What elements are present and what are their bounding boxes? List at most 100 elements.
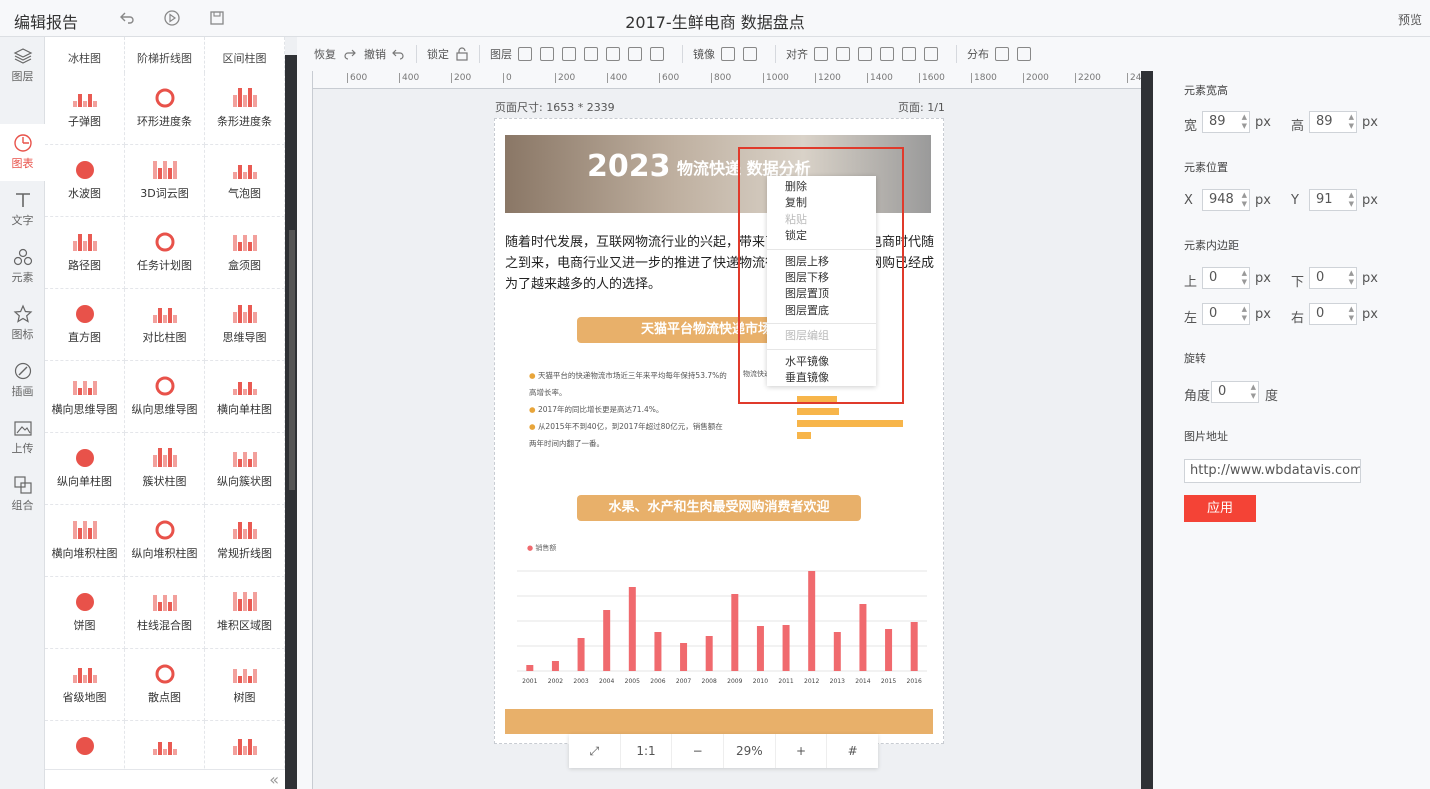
panel-header-item[interactable]: 冰柱图 bbox=[45, 37, 125, 73]
y-input[interactable]: 91 ▲ ▼ bbox=[1309, 189, 1357, 211]
chart-type-item[interactable]: 横向单柱图 bbox=[205, 361, 285, 433]
nav-text[interactable]: 文字 bbox=[0, 181, 45, 238]
play-icon[interactable] bbox=[163, 9, 181, 27]
distribute-horizontal-icon[interactable] bbox=[995, 47, 1009, 61]
layer-top-icon[interactable] bbox=[584, 47, 598, 61]
nav-icons[interactable]: 图标 bbox=[0, 295, 45, 352]
panel-header-item[interactable]: 区间柱图 bbox=[205, 37, 285, 73]
context-menu-item[interactable]: 图层置顶 bbox=[767, 286, 876, 302]
layer-down-icon[interactable] bbox=[562, 47, 576, 61]
chart-type-item[interactable]: 常规折线图 bbox=[205, 505, 285, 577]
context-menu-item[interactable]: 图层置底 bbox=[767, 303, 876, 319]
layer-bottom-icon[interactable] bbox=[606, 47, 620, 61]
distribute-button[interactable]: 分布 bbox=[967, 46, 989, 62]
collapse-panel-icon[interactable]: « bbox=[269, 770, 279, 789]
chart-type-item[interactable]: 纵向簇状图 bbox=[205, 433, 285, 505]
chart-type-item[interactable]: 路径图 bbox=[45, 217, 125, 289]
panel-scroll-thumb[interactable] bbox=[289, 230, 295, 490]
distribute-vertical-icon[interactable] bbox=[1017, 47, 1031, 61]
chart-type-item[interactable]: 气泡图 bbox=[205, 145, 285, 217]
undo-icon[interactable] bbox=[118, 9, 136, 27]
canvas-scrollbar[interactable] bbox=[1141, 71, 1153, 789]
grid-toggle-button[interactable]: # bbox=[827, 734, 878, 768]
angle-input[interactable]: 0 ▲ ▼ bbox=[1211, 381, 1259, 403]
apply-button[interactable]: 应用 bbox=[1184, 495, 1256, 522]
context-menu-item[interactable]: 图层上移 bbox=[767, 254, 876, 270]
chart-type-item[interactable]: 纵向单柱图 bbox=[45, 433, 125, 505]
image-url-input[interactable]: http://www.wbdatavis.com/g bbox=[1184, 459, 1361, 483]
mirror-vertical-icon[interactable] bbox=[743, 47, 757, 61]
chart-type-item[interactable]: 堆积区域图 bbox=[205, 577, 285, 649]
actual-size-button[interactable]: 1:1 bbox=[621, 734, 673, 768]
chart-type-item[interactable]: 纵向思维导图 bbox=[125, 361, 205, 433]
context-menu-item[interactable]: 复制 bbox=[767, 195, 876, 211]
chart-type-item[interactable]: 环形进度条 bbox=[125, 73, 205, 145]
height-input[interactable]: 89 ▲ ▼ bbox=[1309, 111, 1357, 133]
chart-type-item[interactable]: 任务计划图 bbox=[125, 217, 205, 289]
chart-type-item[interactable]: 散点图 bbox=[125, 649, 205, 721]
mirror-button[interactable]: 镜像 bbox=[693, 46, 715, 62]
padding-bottom-input[interactable]: 0 ▲ ▼ bbox=[1309, 267, 1357, 289]
padding-top-input[interactable]: 0 ▲ ▼ bbox=[1202, 267, 1250, 289]
undo-button[interactable]: 撤销 bbox=[364, 46, 386, 62]
context-menu-item[interactable]: 锁定 bbox=[767, 228, 876, 244]
layer-button[interactable]: 图层 bbox=[490, 46, 512, 62]
redo-button[interactable]: 恢复 bbox=[314, 46, 336, 62]
padding-left-input[interactable]: 0 ▲ ▼ bbox=[1202, 303, 1250, 325]
delete-icon[interactable] bbox=[628, 47, 642, 61]
chart-type-item[interactable]: 纵向堆积柱图 bbox=[125, 505, 205, 577]
width-input[interactable]: 89 ▲ ▼ bbox=[1202, 111, 1250, 133]
x-input[interactable]: 948 ▲ ▼ bbox=[1202, 189, 1250, 211]
align-top-icon[interactable] bbox=[880, 47, 894, 61]
context-menu-item[interactable]: 删除 bbox=[767, 179, 876, 195]
chart-type-item[interactable]: 省级地图 bbox=[45, 649, 125, 721]
context-menu-item[interactable]: 垂直镜像 bbox=[767, 370, 876, 386]
align-bottom-icon[interactable] bbox=[924, 47, 938, 61]
undo-small-icon[interactable] bbox=[392, 47, 406, 61]
align-left-icon[interactable] bbox=[814, 47, 828, 61]
chart-type-item[interactable]: 3D词云图 bbox=[125, 145, 205, 217]
chart-type-item[interactable]: 子弹图 bbox=[45, 73, 125, 145]
chart-type-item[interactable]: 对比柱图 bbox=[125, 289, 205, 361]
chart-type-item[interactable]: 簇状柱图 bbox=[125, 433, 205, 505]
copy-icon[interactable] bbox=[650, 47, 664, 61]
chart-type-item[interactable]: 条形进度条 bbox=[205, 73, 285, 145]
chart-type-item[interactable]: 树图 bbox=[205, 649, 285, 721]
chart-type-item[interactable] bbox=[45, 721, 125, 769]
chart-type-item[interactable]: 直方图 bbox=[45, 289, 125, 361]
chart-type-item[interactable]: 盒须图 bbox=[205, 217, 285, 289]
chart-type-item[interactable] bbox=[125, 721, 205, 769]
fit-screen-button[interactable]: ⤢ bbox=[569, 734, 621, 768]
chart-type-item[interactable]: 柱线混合图 bbox=[125, 577, 205, 649]
context-menu-item[interactable]: 图层下移 bbox=[767, 270, 876, 286]
chart-type-item[interactable] bbox=[205, 721, 285, 769]
align-center-icon[interactable] bbox=[836, 47, 850, 61]
nav-charts[interactable]: 图表 bbox=[0, 124, 45, 181]
chart-type-item[interactable]: 饼图 bbox=[45, 577, 125, 649]
save-icon[interactable] bbox=[208, 9, 226, 27]
zoom-out-button[interactable]: − bbox=[672, 734, 725, 768]
context-menu-item[interactable]: 水平镜像 bbox=[767, 354, 876, 370]
chart-type-item[interactable]: 横向堆积柱图 bbox=[45, 505, 125, 577]
nav-layers[interactable]: 图层 bbox=[0, 37, 45, 94]
lock-icon[interactable] bbox=[455, 47, 469, 61]
align-right-icon[interactable] bbox=[858, 47, 872, 61]
chart-type-item[interactable]: 水波图 bbox=[45, 145, 125, 217]
panel-header-item[interactable]: 阶梯折线图 bbox=[125, 37, 205, 73]
preview-button[interactable]: 预览 bbox=[1398, 11, 1422, 28]
redo-icon[interactable] bbox=[342, 47, 356, 61]
nav-elements[interactable]: 元素 bbox=[0, 238, 45, 295]
chart-type-item[interactable]: 思维导图 bbox=[205, 289, 285, 361]
mirror-horizontal-icon[interactable] bbox=[721, 47, 735, 61]
layer-up-icon[interactable] bbox=[540, 47, 554, 61]
align-middle-icon[interactable] bbox=[902, 47, 916, 61]
sales-bar-chart[interactable]: 2001 2002 2003 2004 2005 2006 2007 2008 2009 2010… bbox=[517, 567, 927, 689]
align-button[interactable]: 对齐 bbox=[786, 46, 808, 62]
nav-upload[interactable]: 上传 bbox=[0, 409, 45, 466]
chart-type-item[interactable]: 横向思维导图 bbox=[45, 361, 125, 433]
nav-group[interactable]: 组合 bbox=[0, 466, 45, 523]
zoom-in-button[interactable]: + bbox=[776, 734, 828, 768]
layer-tree-icon[interactable] bbox=[518, 47, 532, 61]
padding-right-input[interactable]: 0 ▲ ▼ bbox=[1309, 303, 1357, 325]
lock-button[interactable]: 锁定 bbox=[427, 46, 449, 62]
